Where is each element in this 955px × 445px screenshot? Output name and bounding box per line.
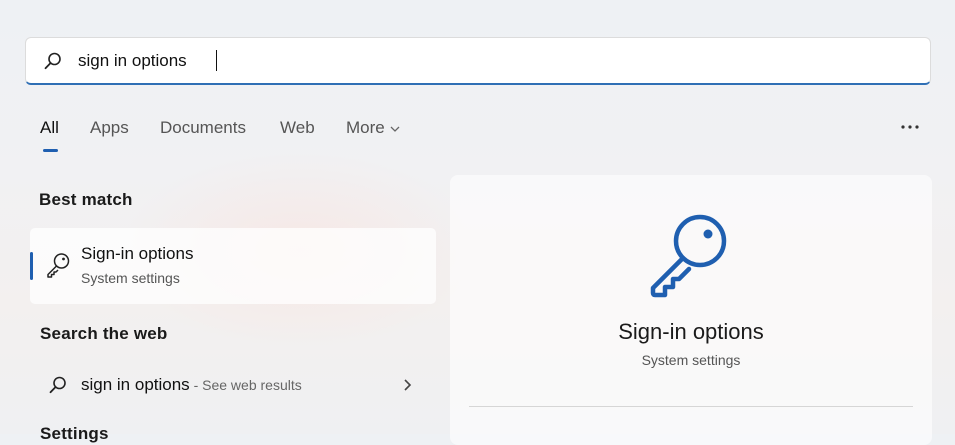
search-input[interactable]	[78, 48, 878, 74]
web-search-hint: - See web results	[189, 377, 302, 393]
tab-apps[interactable]: Apps	[90, 118, 129, 138]
text-caret	[216, 50, 217, 71]
best-match-result[interactable]: Sign-in options System settings	[30, 228, 436, 304]
search-web-heading: Search the web	[40, 324, 168, 343]
web-search-query: sign in options	[81, 375, 190, 394]
best-match-title: Sign-in options	[81, 244, 194, 263]
preview-divider	[469, 406, 913, 407]
search-icon	[44, 52, 61, 70]
tab-more-label: More	[346, 118, 385, 137]
selection-accent	[30, 252, 33, 280]
preview-title: Sign-in options	[618, 319, 764, 344]
search-icon	[49, 376, 66, 394]
tab-more[interactable]: More	[346, 118, 401, 138]
search-box[interactable]	[25, 37, 931, 85]
web-search-result[interactable]: sign in options - See web results	[30, 364, 436, 406]
preview-subtitle: System settings	[641, 352, 741, 368]
chevron-right-icon	[404, 379, 412, 391]
best-match-subtitle: System settings	[81, 270, 180, 286]
key-icon	[650, 214, 727, 298]
tab-documents[interactable]: Documents	[160, 118, 246, 138]
preview-panel: Sign-in options System settings	[450, 175, 932, 445]
key-icon	[47, 253, 70, 278]
tab-all[interactable]: All	[40, 118, 59, 138]
more-options-icon[interactable]	[898, 118, 922, 136]
chevron-down-icon	[390, 126, 400, 132]
web-search-text: sign in options - See web results	[81, 375, 302, 395]
tab-web[interactable]: Web	[280, 118, 315, 138]
best-match-heading: Best match	[39, 190, 133, 209]
tab-active-indicator	[43, 149, 58, 152]
settings-heading: Settings	[40, 424, 109, 443]
